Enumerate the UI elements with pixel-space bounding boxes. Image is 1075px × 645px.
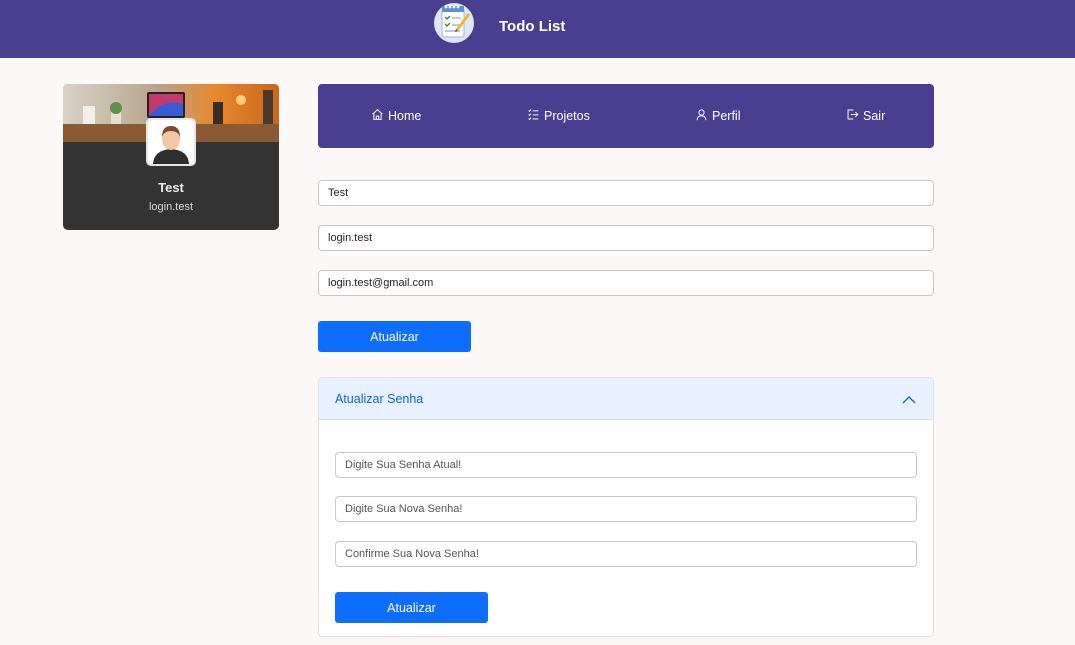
nav-sair-label: Sair — [863, 109, 886, 123]
profile-name: Test — [158, 180, 184, 195]
nav-perfil[interactable]: Perfil — [695, 108, 740, 124]
new-password-input[interactable] — [335, 496, 917, 522]
password-accordion: Atualizar Senha Atualizar — [318, 377, 934, 637]
confirm-password-input[interactable] — [335, 541, 917, 567]
password-accordion-header[interactable]: Atualizar Senha — [319, 378, 933, 420]
login-input[interactable] — [318, 225, 934, 251]
current-password-input[interactable] — [335, 452, 917, 478]
home-icon — [371, 108, 384, 124]
update-password-button[interactable]: Atualizar — [335, 592, 488, 623]
person-icon — [695, 108, 708, 124]
nav-home[interactable]: Home — [371, 108, 421, 124]
nav-home-label: Home — [388, 109, 422, 123]
password-accordion-title: Atualizar Senha — [335, 392, 424, 406]
profile-card: Test login.test — [63, 84, 279, 230]
user-avatar-icon — [146, 118, 196, 166]
nav-perfil-label: Perfil — [712, 109, 741, 123]
main-navbar: Home Projetos Perfil Sair — [318, 84, 934, 148]
email-input[interactable] — [318, 270, 934, 296]
name-input[interactable] — [318, 180, 934, 206]
nav-projetos-label: Projetos — [544, 109, 590, 123]
nav-projetos[interactable]: Projetos — [527, 108, 590, 124]
update-profile-button[interactable]: Atualizar — [318, 321, 471, 352]
nav-sair[interactable]: Sair — [846, 108, 885, 124]
notepad-icon — [434, 3, 474, 43]
app-title: Todo List — [499, 18, 566, 35]
top-header: Todo List — [0, 0, 1075, 58]
chevron-up-icon[interactable] — [901, 392, 917, 408]
list-icon — [527, 108, 540, 124]
profile-login: login.test — [148, 201, 194, 213]
logout-icon — [846, 108, 859, 124]
